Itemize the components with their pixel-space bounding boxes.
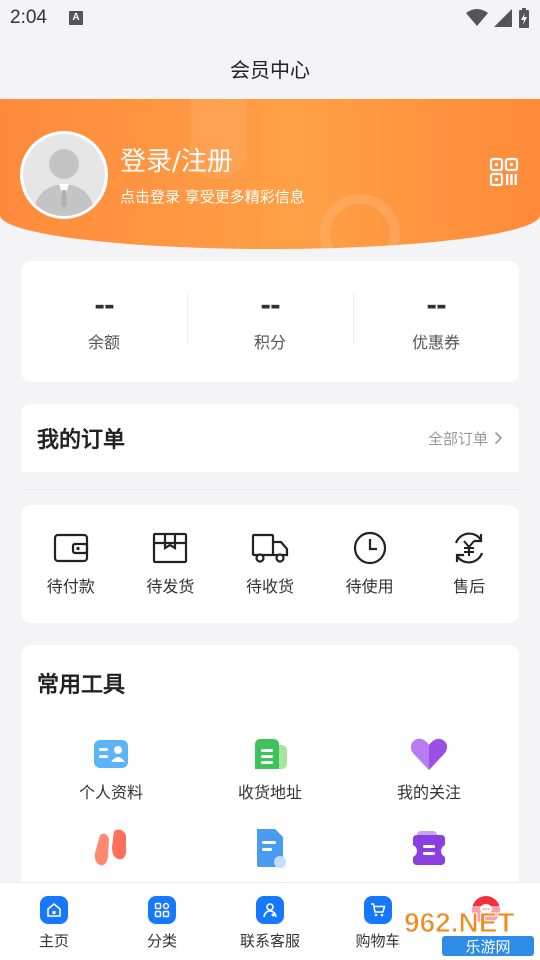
heart-icon xyxy=(410,738,448,770)
tab-label: 主页 xyxy=(38,932,69,950)
common-tools-card: 常用工具 个人资料 收货地址 我的关注 xyxy=(21,645,519,905)
site-watermark-logo: 962.NET 乐游网 xyxy=(398,906,540,958)
customer-service-icon xyxy=(256,896,284,924)
tab-home[interactable]: 主页 xyxy=(0,883,108,960)
category-icon xyxy=(148,896,176,924)
tool-label: 收货地址 xyxy=(237,783,302,802)
my-orders-header: 我的订单 全部订单 xyxy=(21,404,519,472)
yuan-refresh-icon xyxy=(455,532,484,564)
top-navbar: 会员中心 xyxy=(0,36,540,100)
address-icon xyxy=(255,739,287,769)
battery-icon xyxy=(519,8,529,28)
page-title: 会员中心 xyxy=(230,57,310,82)
notification-a-icon: A xyxy=(68,11,83,25)
balance-stat[interactable]: -- 余额 xyxy=(21,291,187,353)
default-avatar-icon[interactable] xyxy=(20,131,108,219)
login-register-link[interactable]: 登录/注册 xyxy=(120,141,233,178)
clock-icon xyxy=(353,531,386,565)
document-icon xyxy=(257,829,286,868)
tab-label: 联系客服 xyxy=(239,932,300,950)
order-after-sales[interactable]: 售后 xyxy=(419,531,519,597)
truck-icon xyxy=(251,533,289,563)
status-time: 2:04 xyxy=(10,7,47,28)
points-stat[interactable]: -- 积分 xyxy=(187,291,353,353)
order-label: 售后 xyxy=(453,577,486,596)
tool-follows[interactable]: 我的关注 xyxy=(346,737,512,803)
balance-value: -- xyxy=(94,290,115,321)
order-label: 待付款 xyxy=(46,577,95,596)
login-subtitle: 点击登录 享受更多精彩信息 xyxy=(120,188,305,206)
watermark-subtext: 乐游网 xyxy=(465,938,510,956)
all-orders-label: 全部订单 xyxy=(427,429,488,448)
footprint-icon xyxy=(94,829,126,866)
order-status-row: 待付款 待发货 待收货 待使用 售后 xyxy=(21,505,519,623)
coupon-icon xyxy=(413,831,445,865)
order-label: 待使用 xyxy=(345,577,394,596)
points-label: 积分 xyxy=(253,332,286,352)
coupons-value: -- xyxy=(426,290,447,321)
tool-label: 我的关注 xyxy=(396,783,461,802)
tool-address[interactable]: 收货地址 xyxy=(187,737,353,803)
tool-profile[interactable]: 个人资料 xyxy=(28,737,194,803)
order-pending-payment[interactable]: 待付款 xyxy=(21,531,121,597)
order-label: 待收货 xyxy=(245,577,294,596)
coupons-label: 优惠券 xyxy=(411,332,460,352)
wifi-icon xyxy=(466,9,488,26)
order-pending-shipment[interactable]: 待发货 xyxy=(121,531,221,597)
points-value: -- xyxy=(260,290,281,321)
signal-icon xyxy=(494,9,512,27)
tool-footprints[interactable] xyxy=(28,827,194,869)
tab-category[interactable]: 分类 xyxy=(108,883,216,960)
chevron-right-icon xyxy=(494,431,503,445)
all-orders-link[interactable]: 全部订单 xyxy=(428,428,503,449)
order-pending-receipt[interactable]: 待收货 xyxy=(220,531,320,597)
cart-icon xyxy=(364,896,392,924)
qr-code-icon[interactable] xyxy=(489,157,519,187)
watermark-text: 962.NET xyxy=(404,907,515,938)
order-label: 待发货 xyxy=(146,577,195,596)
my-orders-title: 我的订单 xyxy=(37,428,126,453)
coupons-stat[interactable]: -- 优惠券 xyxy=(353,291,519,353)
account-stats-card: -- 余额 -- 积分 -- 优惠券 xyxy=(21,261,519,382)
common-tools-title: 常用工具 xyxy=(37,673,126,698)
header-decoration xyxy=(320,194,400,249)
home-icon xyxy=(40,896,68,924)
wallet-icon xyxy=(53,533,88,563)
tool-coupons[interactable] xyxy=(346,827,512,869)
balance-label: 余额 xyxy=(87,332,120,352)
order-to-use[interactable]: 待使用 xyxy=(320,531,420,597)
tool-documents[interactable] xyxy=(187,827,353,869)
status-bar: 2:04 A xyxy=(0,0,540,36)
tab-customer-service[interactable]: 联系客服 xyxy=(216,883,324,960)
tab-label: 分类 xyxy=(146,932,177,950)
tool-label: 个人资料 xyxy=(78,783,143,802)
package-icon xyxy=(153,532,188,564)
divider xyxy=(21,489,519,490)
profile-card-icon xyxy=(94,740,128,768)
